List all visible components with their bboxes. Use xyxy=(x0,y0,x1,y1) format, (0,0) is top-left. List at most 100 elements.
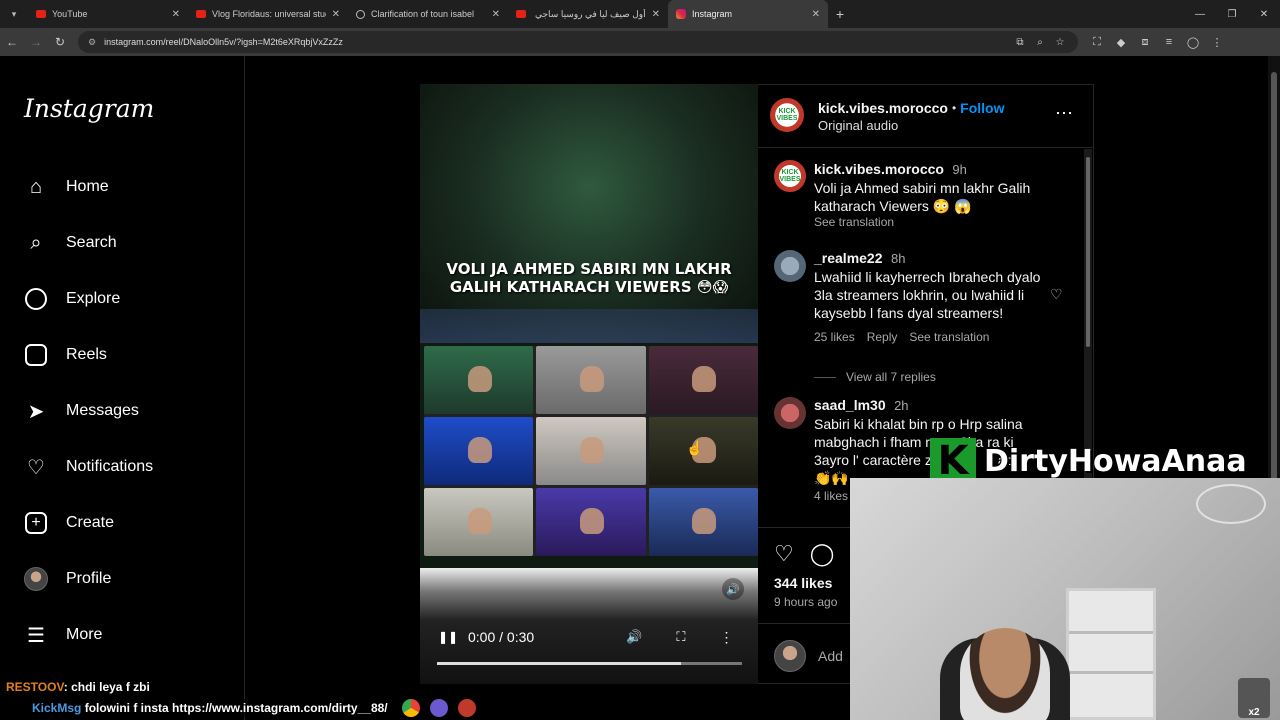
app-icon[interactable] xyxy=(457,699,476,717)
tab-title: YouTube xyxy=(52,9,88,19)
post-header: KICK VIBES kick.vibes.morocco • Follow O… xyxy=(758,85,1093,148)
more-options-icon[interactable]: ⋮ xyxy=(719,629,733,646)
close-tab-icon[interactable]: ✕ xyxy=(332,9,340,20)
address-bar: ← → ↻ ⚙ instagram.com/reel/DNaloOlln5v/?… xyxy=(0,28,1280,56)
translate-icon[interactable]: ⛶ xyxy=(1086,36,1108,49)
video-band xyxy=(420,309,758,343)
forward-icon[interactable]: → xyxy=(24,35,48,49)
tab-youtube[interactable]: YouTube ✕ xyxy=(28,0,188,28)
puzzle-icon[interactable]: ⧈ xyxy=(1134,36,1156,49)
see-translation-link[interactable]: See translation xyxy=(814,215,1074,229)
back-icon[interactable]: ← xyxy=(0,35,24,49)
video-caption: VOLI JA AHMED SABIRI MN LAKHR GALIH KATH… xyxy=(420,260,758,296)
instagram-logo[interactable]: Instagram xyxy=(24,94,154,123)
video-progress-bar[interactable] xyxy=(437,662,742,665)
sidebar-item-label: Messages xyxy=(66,402,139,419)
site-info-icon[interactable]: ⚙ xyxy=(88,37,96,48)
see-translation-link[interactable]: See translation xyxy=(909,330,989,344)
sidebar-item-profile[interactable]: Profile xyxy=(24,559,111,599)
caption-username[interactable]: kick.vibes.morocco xyxy=(814,161,944,177)
commenter-avatar[interactable] xyxy=(774,250,806,282)
comment-text: mabghach i fham r xyxy=(814,434,930,450)
avatar xyxy=(24,567,48,591)
comment-icon[interactable]: ◯ xyxy=(810,541,835,567)
author-avatar[interactable]: KICK VIBES xyxy=(770,98,804,132)
install-icon[interactable]: ⧉ xyxy=(1012,37,1028,48)
plus-icon: + xyxy=(24,511,48,535)
messages-icon: ➤ xyxy=(27,400,45,423)
fullscreen-icon[interactable]: ⛶ xyxy=(676,629,685,645)
post-options-icon[interactable]: ⋯ xyxy=(1055,103,1073,124)
tab-vlog[interactable]: Vlog Floridaus: universal studio ✕ xyxy=(188,0,348,28)
profile-icon[interactable]: ◯ xyxy=(1182,36,1204,49)
like-heart-icon[interactable]: ♡ xyxy=(774,541,794,567)
instagram-icon xyxy=(676,9,686,19)
chrome-icon[interactable] xyxy=(401,699,420,717)
pause-button[interactable]: ❚❚ xyxy=(438,630,458,644)
close-tab-icon[interactable]: ✕ xyxy=(652,9,660,20)
sidebar-item-reels[interactable]: Reels xyxy=(24,335,107,375)
streamer-tile xyxy=(424,346,534,414)
volume-icon[interactable]: 🔊 xyxy=(626,629,642,645)
close-tab-icon[interactable]: ✕ xyxy=(812,9,820,20)
follow-button[interactable]: Follow xyxy=(960,100,1004,116)
tab-clarification[interactable]: Clarification of toun isabel ✕ xyxy=(348,0,508,28)
caption-avatar[interactable]: KICK VIBES xyxy=(774,160,806,192)
add-comment-input[interactable]: Add xyxy=(818,648,843,664)
sidebar-item-explore[interactable]: Explore xyxy=(24,279,120,319)
likes-count[interactable]: 344 likes xyxy=(774,575,832,591)
sidebar-item-label: Reels xyxy=(66,346,107,363)
sidebar-item-search[interactable]: ⌕ Search xyxy=(24,223,117,263)
mute-icon[interactable]: 🔊 xyxy=(722,578,744,600)
sidebar-item-create[interactable]: + Create xyxy=(24,503,114,543)
comment-text: Sabiri ki khalat bin rp o Hrp salina xyxy=(814,416,1023,432)
window-controls: — ❐ ✕ xyxy=(1184,0,1280,28)
close-window-icon[interactable]: ✕ xyxy=(1248,0,1280,28)
sidebar-item-home[interactable]: ⌂ Home xyxy=(24,167,109,207)
view-replies-button[interactable]: View all 7 replies xyxy=(846,370,936,384)
tab-arabic[interactable]: أول صيف ليا في روسيا ساجي دو ✕ xyxy=(508,0,668,28)
restore-icon[interactable]: ❐ xyxy=(1216,0,1248,28)
tab-instagram[interactable]: Instagram ✕ xyxy=(668,0,828,28)
reel-video[interactable]: VOLI JA AHMED SABIRI MN LAKHR GALIH KATH… xyxy=(420,84,758,684)
comment-username[interactable]: _realme22 xyxy=(814,250,883,266)
hand-cursor-icon: ☝ xyxy=(686,440,704,456)
extension-icon[interactable]: ◆ xyxy=(1110,36,1132,49)
kebab-menu-icon[interactable]: ⋮ xyxy=(1206,36,1228,49)
author-username[interactable]: kick.vibes.morocco xyxy=(818,100,948,116)
caption-line: VOLI JA AHMED SABIRI MN LAKHR xyxy=(446,260,732,278)
comment-likes[interactable]: 25 likes xyxy=(814,330,855,344)
search-icon: ⌕ xyxy=(30,231,42,254)
streamer-name: DirtyHowaAnaa xyxy=(984,443,1247,479)
media-icon[interactable]: ≡ xyxy=(1158,36,1180,49)
comment-text: Lwahiid li kayherrech Ibrahech dyalo 3la… xyxy=(814,269,1041,321)
close-tab-icon[interactable]: ✕ xyxy=(492,9,500,20)
ticker-text: folowini f insta https://www.instagram.c… xyxy=(81,701,388,715)
current-user-avatar xyxy=(774,640,806,672)
reels-icon xyxy=(24,343,48,367)
url-field[interactable]: ⚙ instagram.com/reel/DNaloOlln5v/?igsh=M… xyxy=(78,31,1078,53)
reply-button[interactable]: Reply xyxy=(867,330,898,344)
audio-label[interactable]: Original audio xyxy=(818,118,898,133)
commenter-avatar[interactable] xyxy=(774,397,806,429)
comment-text: 3ayro l' caractère z xyxy=(814,452,932,468)
comment-username[interactable]: saad_lm30 xyxy=(814,397,886,413)
progress-fill xyxy=(437,662,681,665)
sidebar-item-notifications[interactable]: ♡ Notifications xyxy=(24,447,153,487)
bookmark-star-icon[interactable]: ☆ xyxy=(1052,37,1068,48)
chat-ticker: KickMsg folowini f insta https://www.ins… xyxy=(28,699,392,717)
app-icon[interactable] xyxy=(429,699,448,717)
close-tab-icon[interactable]: ✕ xyxy=(172,9,180,20)
new-tab-button[interactable]: + xyxy=(828,6,852,22)
sidebar-item-messages[interactable]: ➤ Messages xyxy=(24,391,139,431)
reload-icon[interactable]: ↻ xyxy=(48,35,72,49)
url-text: instagram.com/reel/DNaloOlln5v/?igsh=M2t… xyxy=(104,37,343,47)
sidebar-item-more[interactable]: ☰ More xyxy=(24,615,102,655)
youtube-icon xyxy=(196,10,206,18)
minimize-icon[interactable]: — xyxy=(1184,0,1216,28)
tab-search-icon[interactable]: ▾ xyxy=(0,0,28,28)
youtube-icon xyxy=(516,10,526,18)
comment-like-icon[interactable]: ♡ xyxy=(1050,286,1063,303)
zoom-icon[interactable]: ⌕ xyxy=(1032,37,1048,48)
sidebar-item-label: Search xyxy=(66,234,117,251)
